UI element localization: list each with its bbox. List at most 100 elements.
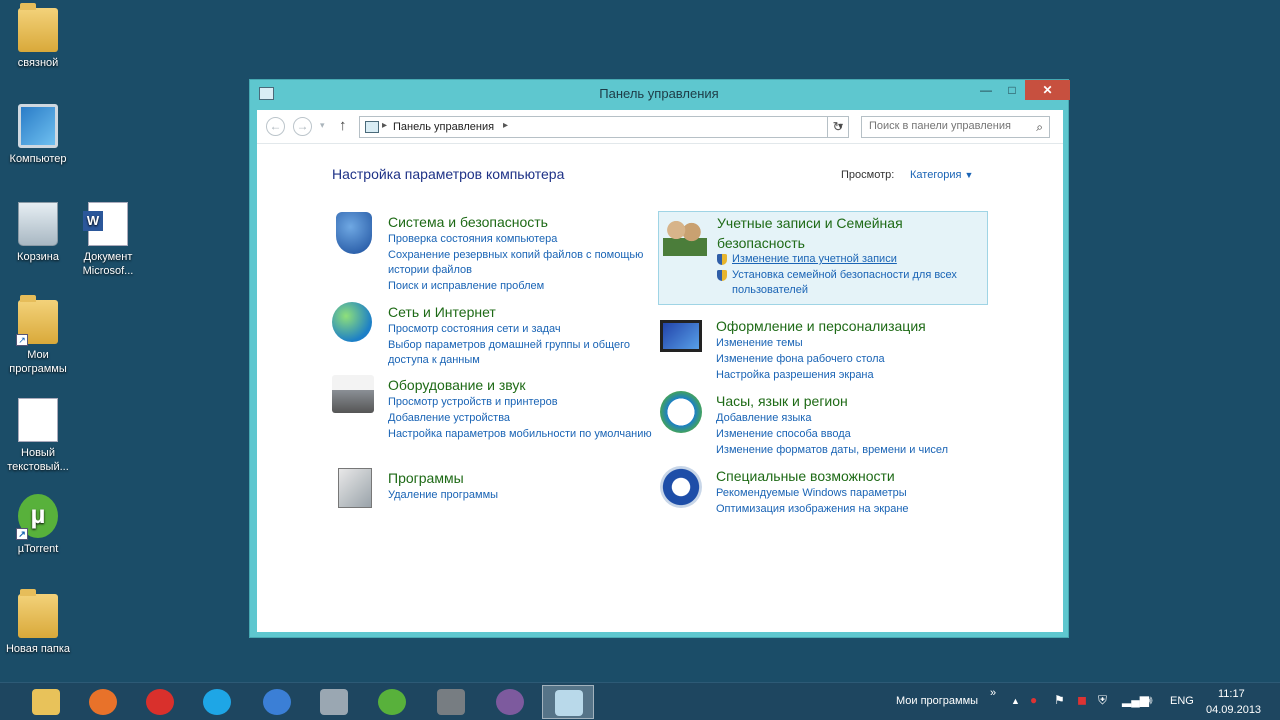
printer-icon[interactable] <box>332 375 374 413</box>
category-title[interactable]: Программы <box>388 468 658 488</box>
category-link[interactable]: Изменение форматов даты, времени и чисел <box>716 443 984 458</box>
desktop-icon-label: Документ Microsof... <box>82 251 134 277</box>
tray-app-icon[interactable]: ◼ <box>1077 693 1087 707</box>
tor-onion-icon <box>496 689 524 715</box>
search-input[interactable] <box>869 120 1024 132</box>
network-globe-icon[interactable] <box>332 302 372 342</box>
category-link[interactable]: Добавление устройства <box>388 411 656 426</box>
taskbar-globe-app[interactable] <box>251 685 303 719</box>
breadcrumb-chevron-icon[interactable]: ▸ <box>382 120 387 131</box>
security-shield-icon[interactable] <box>336 212 372 254</box>
category-title[interactable]: Часы, язык и регион <box>716 391 986 411</box>
category-title[interactable]: Сеть и Интернет <box>388 302 658 322</box>
category-link[interactable]: Настройка разрешения экрана <box>716 368 984 383</box>
back-arrow-icon[interactable]: ← <box>266 117 285 136</box>
category-title[interactable]: Система и безопасность <box>388 212 658 232</box>
category-hardware-sound: Оборудование и звук Просмотр устройств и… <box>332 375 662 455</box>
category-link[interactable]: Изменение темы <box>716 336 984 351</box>
category-network-internet: Сеть и Интернет Просмотр состояния сети … <box>332 302 662 366</box>
programs-icon[interactable] <box>338 468 372 508</box>
tray-record-icon[interactable]: ● <box>1030 693 1037 707</box>
folder-icon <box>18 589 58 638</box>
category-appearance: Оформление и персонализация Изменение те… <box>660 316 990 383</box>
accessibility-icon[interactable] <box>660 466 702 508</box>
breadcrumb-chevron-icon[interactable]: ▸ <box>503 120 508 131</box>
taskbar-yandex[interactable] <box>134 685 186 719</box>
tray-overflow-arrow-icon[interactable]: ▲ <box>1011 696 1020 706</box>
clock-date[interactable]: 04.09.2013 <box>1206 704 1261 716</box>
clock-time[interactable]: 11:17 <box>1218 688 1245 700</box>
taskbar-skype[interactable] <box>191 685 243 719</box>
settings-gear-icon <box>437 689 465 715</box>
category-title[interactable]: Учетные записи и Семейная безопасность <box>717 213 987 253</box>
text-document-icon <box>18 398 58 442</box>
category-link[interactable]: Сохранение резервных копий файлов с помо… <box>388 248 656 278</box>
breadcrumb-control-panel[interactable]: Панель управления <box>393 121 494 133</box>
desktop-icon-computer[interactable]: Компьютер <box>0 104 76 166</box>
display-icon[interactable] <box>660 320 702 352</box>
category-link[interactable]: Изменение типа учетной записи <box>717 252 985 267</box>
search-box[interactable]: ⌕ <box>861 116 1050 138</box>
language-indicator[interactable]: ENG <box>1170 695 1194 707</box>
search-icon[interactable]: ⌕ <box>1036 120 1043 135</box>
category-link[interactable]: Проверка состояния компьютера <box>388 232 656 247</box>
shortcut-arrow-icon: ↗ <box>16 528 28 540</box>
close-button[interactable]: ✕ <box>1025 80 1070 100</box>
toolbar-my-programs[interactable]: Мои программы <box>896 695 978 707</box>
shortcut-arrow-icon: ↗ <box>16 334 28 346</box>
tray-volume-icon[interactable]: 🔊︎ <box>1145 693 1153 708</box>
minimize-button[interactable]: — <box>973 80 999 100</box>
category-system-security: Система и безопасность Проверка состояни… <box>332 212 662 292</box>
category-link[interactable]: Оптимизация изображения на экране <box>716 502 984 517</box>
category-link[interactable]: Поиск и исправление проблем <box>388 279 656 294</box>
tray-shield-icon[interactable]: ⛨ <box>1098 693 1107 708</box>
recent-pages-chevron-icon[interactable]: ▾ <box>320 120 325 131</box>
taskbar-utorrent[interactable] <box>366 685 418 719</box>
view-by-dropdown[interactable]: Категория ▼ <box>910 169 973 181</box>
desktop-icon-new-text[interactable]: Новый текстовый... <box>0 398 76 474</box>
category-link[interactable]: Установка семейной безопасности для всех… <box>717 268 985 298</box>
title-bar[interactable]: Панель управления — □ ✕ <box>250 80 1070 108</box>
category-link[interactable]: Выбор параметров домашней группы и общег… <box>388 338 656 368</box>
users-icon[interactable] <box>663 216 707 256</box>
tray-flag-icon[interactable]: ⚑ <box>1054 693 1065 707</box>
desktop-icon-svyaznoy[interactable]: связной <box>0 3 76 70</box>
category-title[interactable]: Оформление и персонализация <box>716 316 986 336</box>
maximize-button[interactable]: □ <box>999 80 1025 100</box>
category-link[interactable]: Изменение фона рабочего стола <box>716 352 984 367</box>
taskbar-explorer[interactable] <box>20 685 72 719</box>
toolbar-chevron-icon[interactable]: » <box>990 687 996 699</box>
yandex-browser-icon <box>146 689 174 715</box>
desktop-icon-new-folder[interactable]: Новая папка <box>0 589 76 656</box>
desktop-icon-utorrent[interactable]: µ ↗ µTorrent <box>0 494 76 556</box>
taskbar: Мои программы » ▲ ● ⚑ ◼ ⛨ ▂▄▆ 🔊︎ ENG 11:… <box>0 682 1280 720</box>
category-link[interactable]: Рекомендуемые Windows параметры <box>716 486 984 501</box>
desktop-icon-label: Корзина <box>17 251 59 263</box>
taskbar-firefox[interactable] <box>77 685 129 719</box>
category-link[interactable]: Изменение способа ввода <box>716 427 984 442</box>
category-link[interactable]: Удаление программы <box>388 488 656 503</box>
category-link[interactable]: Просмотр состояния сети и задач <box>388 322 656 337</box>
desktop-icon-my-programs[interactable]: ↗ Мои программы <box>0 295 76 376</box>
firefox-icon <box>89 689 117 715</box>
desktop-icon-recycle-bin[interactable]: Корзина <box>0 202 76 264</box>
address-bar[interactable]: ▸ Панель управления ▸ ▾ <box>359 116 849 138</box>
forward-arrow-icon[interactable]: → <box>293 117 312 136</box>
desktop-icon-word-document[interactable]: W Документ Microsof... <box>70 202 146 278</box>
category-link[interactable]: Добавление языка <box>716 411 984 426</box>
category-clock-region: Часы, язык и регион Добавление языка Изм… <box>660 391 990 458</box>
category-link[interactable]: Настройка параметров мобильности по умол… <box>388 427 656 442</box>
category-link[interactable]: Просмотр устройств и принтеров <box>388 395 656 410</box>
category-title[interactable]: Оборудование и звук <box>388 375 658 395</box>
monitor-app-icon <box>320 689 348 715</box>
taskbar-monitor-app[interactable] <box>308 685 360 719</box>
taskbar-tor[interactable] <box>484 685 536 719</box>
category-accessibility: Специальные возможности Рекомендуемые Wi… <box>660 466 990 518</box>
clock-globe-icon[interactable] <box>660 391 702 433</box>
up-arrow-icon[interactable]: ↑ <box>339 117 347 134</box>
taskbar-settings[interactable] <box>425 685 477 719</box>
refresh-icon[interactable]: ↻ <box>827 116 849 138</box>
view-by-value: Категория <box>910 169 962 181</box>
category-title[interactable]: Специальные возможности <box>716 466 986 486</box>
taskbar-control-panel[interactable] <box>542 685 594 719</box>
